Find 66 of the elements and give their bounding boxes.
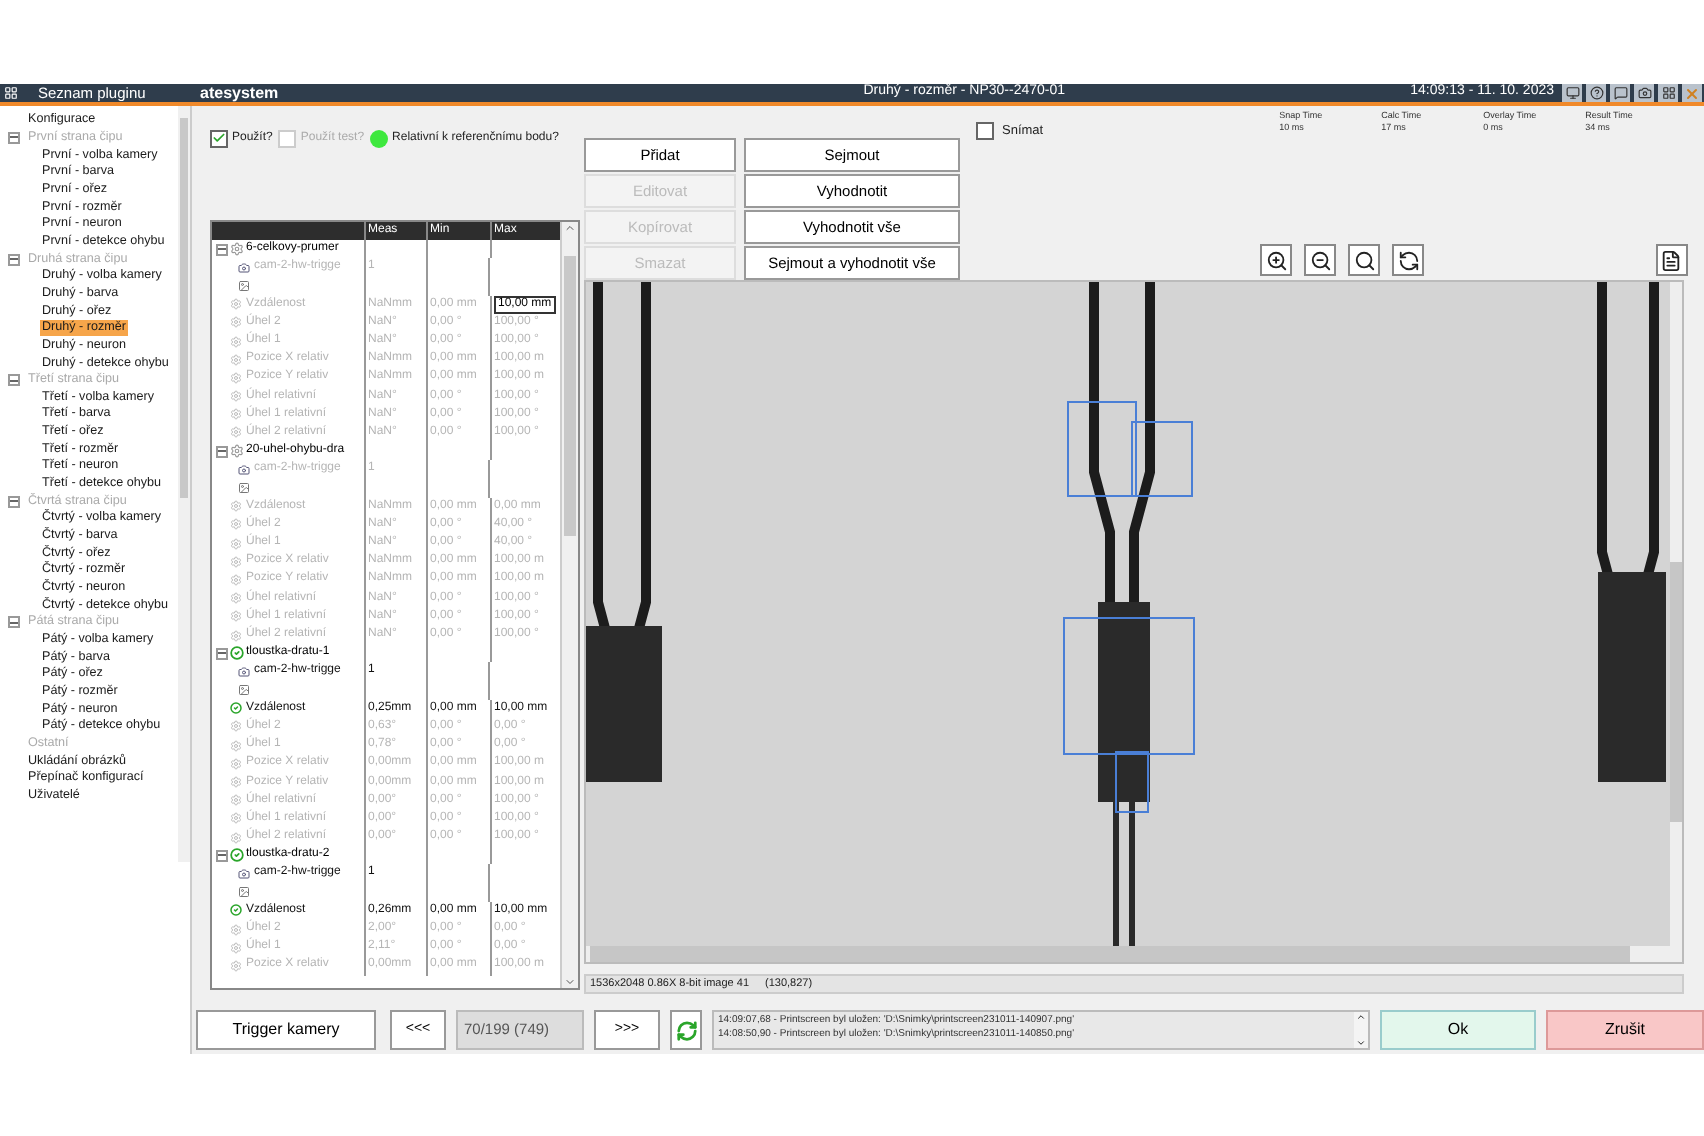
gear-icon	[230, 629, 242, 642]
image-icon	[238, 279, 250, 292]
camera-icon	[238, 665, 250, 678]
refresh-button[interactable]	[670, 1010, 702, 1050]
scrollbar-thumb[interactable]	[180, 118, 188, 498]
gear-icon	[230, 408, 242, 421]
gear-icon	[230, 757, 242, 770]
image-icon	[238, 482, 250, 495]
gear-icon	[230, 537, 242, 550]
scroll-down-icon[interactable]	[1356, 1038, 1366, 1048]
gear-icon	[230, 353, 242, 366]
collapse-icon[interactable]	[216, 849, 228, 862]
toolbar-button[interactable]	[1658, 84, 1678, 102]
checkbox[interactable]	[210, 129, 228, 147]
gear-icon	[230, 794, 242, 807]
collapse-icon[interactable]	[216, 647, 228, 660]
scrollbar-thumb[interactable]	[564, 255, 576, 535]
image-icon	[238, 886, 250, 899]
trigger-button[interactable]: Trigger kamery	[196, 1010, 376, 1050]
collapse-icon[interactable]	[216, 243, 228, 256]
toolbar-button[interactable]	[1586, 84, 1606, 102]
scrollbar[interactable]	[560, 222, 578, 988]
gear-icon	[230, 573, 242, 586]
zoom-fit-button[interactable]	[1348, 244, 1380, 276]
gear-icon	[230, 592, 242, 605]
scrollbar-thumb[interactable]	[1670, 562, 1682, 822]
gear-icon	[230, 335, 242, 348]
gear-icon	[230, 739, 242, 752]
toolbar-button[interactable]	[1634, 84, 1654, 102]
gear-icon	[230, 298, 242, 311]
report-button[interactable]	[1655, 244, 1688, 276]
gear-icon	[230, 371, 242, 384]
refresh-icon	[675, 1019, 697, 1041]
image-icon	[238, 684, 250, 697]
gear-icon	[230, 316, 242, 329]
check-icon	[230, 702, 242, 715]
collapse-icon[interactable]	[216, 445, 228, 458]
gear-icon	[230, 831, 242, 844]
gear-icon	[230, 776, 242, 789]
camera-icon	[238, 261, 250, 274]
gear-icon	[230, 555, 242, 568]
gear-icon	[230, 390, 242, 403]
cancel-button[interactable]: Zrušit	[1546, 1010, 1704, 1050]
check-icon	[230, 904, 242, 917]
gear-icon	[230, 610, 242, 623]
gear-icon	[230, 426, 242, 439]
zoom-in-button[interactable]	[1260, 244, 1292, 276]
gear-icon	[230, 500, 242, 513]
zoom-reset-button[interactable]	[1392, 244, 1424, 276]
gear-icon	[230, 923, 242, 936]
scrollbar[interactable]	[1354, 1012, 1368, 1048]
scrollbar[interactable]	[178, 106, 190, 862]
camera-icon	[238, 463, 250, 476]
zoom-out-button[interactable]	[1304, 244, 1336, 276]
logo: atesystem	[200, 81, 279, 105]
scroll-up-icon[interactable]	[1356, 1012, 1366, 1022]
camera-icon	[238, 867, 250, 880]
gear-icon	[230, 518, 242, 531]
gear-icon	[230, 959, 242, 972]
gear-icon	[230, 720, 242, 733]
gear-icon	[230, 812, 242, 825]
ok-button[interactable]: Ok	[1380, 1010, 1536, 1050]
checkbox[interactable]	[976, 122, 994, 141]
toolbar-button[interactable]	[1610, 84, 1630, 102]
gear-icon	[230, 941, 242, 954]
toolbar-button[interactable]	[1562, 84, 1582, 102]
